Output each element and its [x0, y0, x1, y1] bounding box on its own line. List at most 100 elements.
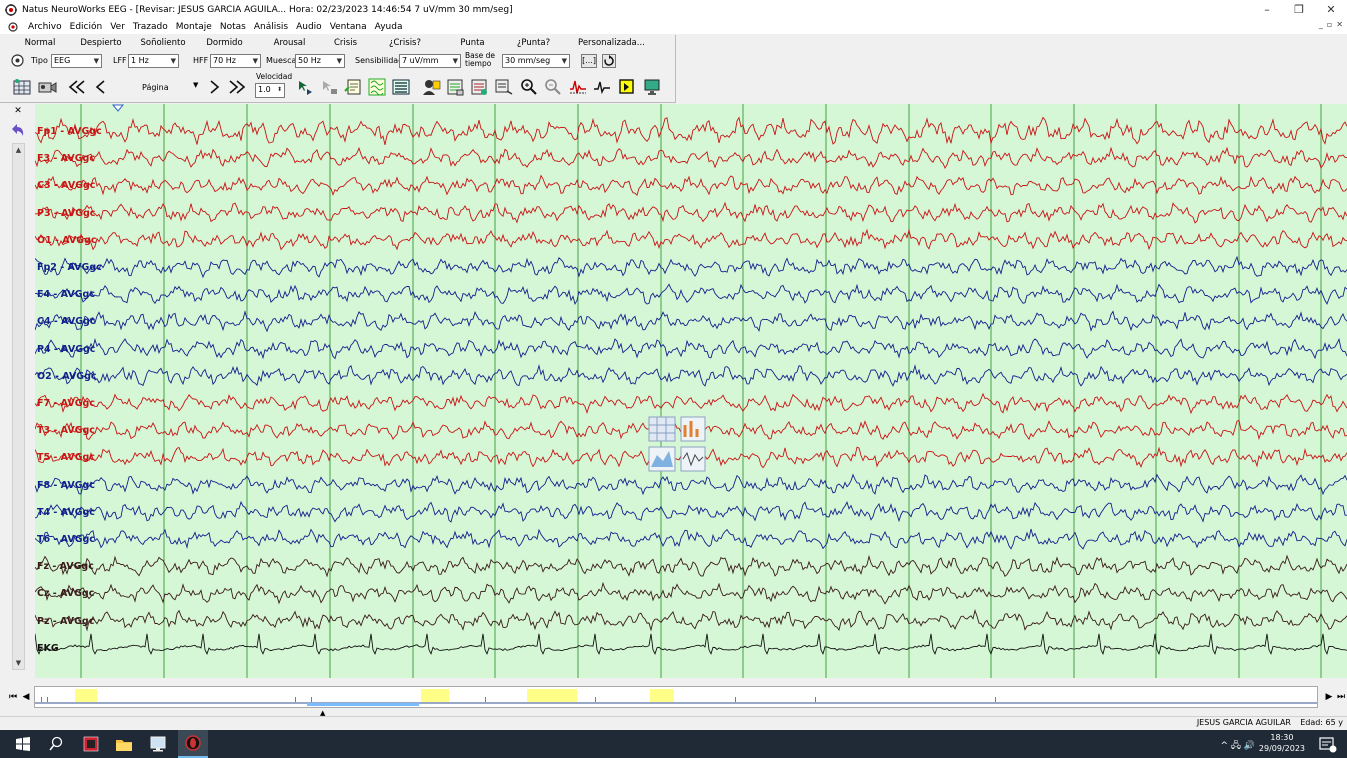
channel-label[interactable]: O2 - AVGgc	[37, 371, 97, 382]
channel-label[interactable]: Fp1 - AVGgc	[37, 126, 102, 137]
timeline-next-icon[interactable]: ▶	[1324, 690, 1334, 704]
scroll-up-icon[interactable]: ▲	[13, 144, 24, 156]
state-despierto-button[interactable]: Despierto	[80, 35, 122, 52]
spike-detect-icon[interactable]	[568, 77, 588, 97]
natus-taskbar-icon[interactable]	[178, 730, 208, 758]
bracket-button[interactable]: [...]	[581, 54, 597, 68]
restore-button[interactable]: ❐	[1283, 0, 1315, 19]
patient-info-icon[interactable]	[421, 77, 441, 97]
page-dropdown-chevron-icon[interactable]: ▼	[193, 81, 198, 89]
close-button[interactable]: ✕	[1315, 0, 1347, 19]
vertical-scrollbar[interactable]: ▲ ▼	[12, 143, 25, 670]
montage-traces-icon[interactable]	[367, 77, 387, 97]
back-arrow-icon[interactable]	[9, 122, 25, 138]
document-icon[interactable]	[6, 21, 20, 33]
sensibilidad-select[interactable]: 7 uV/mm ▼	[399, 54, 461, 68]
timeline-track[interactable]	[34, 686, 1318, 708]
timeline-event-segment[interactable]	[75, 689, 97, 703]
channel-label[interactable]: Cz - AVGgc	[37, 588, 94, 599]
monitor-display-icon[interactable]	[642, 77, 662, 97]
report-print-icon[interactable]	[445, 77, 465, 97]
timeline-prev-icon[interactable]: ◀	[21, 690, 31, 704]
search-icon[interactable]	[45, 734, 67, 754]
channel-label[interactable]: C3 - AVGgc	[37, 180, 95, 191]
channel-label[interactable]: F4 - AVGgc	[37, 289, 95, 300]
timeline-event-segment[interactable]	[527, 689, 577, 703]
mdi-minimize-button[interactable]: _	[1319, 20, 1323, 29]
channel-label[interactable]: EKG	[37, 643, 59, 654]
scroll-down-icon[interactable]: ▼	[13, 657, 24, 669]
tipo-select[interactable]: EEG ▼	[51, 54, 102, 68]
channel-label[interactable]: Pz - AVGgc	[37, 616, 94, 627]
taskbar-clock[interactable]: 18:30 29/09/2023	[1259, 732, 1305, 754]
lff-select[interactable]: 1 Hz ▼	[128, 54, 179, 68]
timeline-start-icon[interactable]: ⏮	[8, 690, 18, 704]
forward-fast-icon[interactable]	[227, 77, 247, 97]
channel-label[interactable]: T6 - AVGgc	[37, 534, 95, 545]
monitor-app-icon[interactable]	[147, 734, 169, 754]
timeline-position-indicator[interactable]	[307, 703, 419, 706]
state-punta-button[interactable]: Punta	[456, 35, 489, 52]
velocidad-spinner[interactable]: 1.0 ⬍	[255, 83, 285, 98]
event-navigate-icon[interactable]	[493, 77, 513, 97]
channel-label[interactable]: O1 - AVGgc	[37, 235, 97, 246]
menu-montaje[interactable]: Montaje	[172, 22, 216, 32]
rewind-fast-icon[interactable]	[67, 77, 87, 97]
waveform-measure-icon[interactable]	[592, 77, 612, 97]
time-marker-triangle-icon[interactable]	[112, 104, 124, 112]
mdi-restore-button[interactable]: ▫	[1327, 20, 1332, 29]
hff-select[interactable]: 70 Hz ▼	[210, 54, 261, 68]
overlay-tools-icon[interactable]	[647, 415, 707, 475]
state-sonoliento-button[interactable]: Soñoliento	[122, 35, 204, 52]
cursor-play-icon[interactable]	[295, 77, 315, 97]
cursor-stop-icon[interactable]	[319, 77, 339, 97]
system-tray-icons[interactable]: ^ 🖧 🔊	[1220, 738, 1255, 754]
notifications-icon[interactable]	[1316, 734, 1338, 754]
menu-ayuda[interactable]: Ayuda	[371, 22, 407, 32]
muesca-select[interactable]: 50 Hz ▼	[295, 54, 345, 68]
step-back-icon[interactable]	[91, 77, 111, 97]
menu-notas[interactable]: Notas	[216, 22, 250, 32]
menu-ventana[interactable]: Ventana	[326, 22, 371, 32]
menu-edicion[interactable]: Edición	[66, 22, 107, 32]
menu-audio[interactable]: Audio	[292, 22, 326, 32]
channel-label[interactable]: Fp2 - AVGgc	[37, 262, 102, 273]
zoom-in-icon[interactable]	[519, 77, 539, 97]
menu-ver[interactable]: Ver	[106, 22, 129, 32]
channel-label[interactable]: F3 - AVGgc	[37, 153, 95, 164]
state-personalizada-button[interactable]: Personalizada...	[578, 35, 645, 52]
channel-label[interactable]: P4 - AVGgc	[37, 344, 95, 355]
channel-label[interactable]: Fz - AVGgc	[37, 561, 94, 572]
electrode-gear-icon[interactable]	[10, 53, 25, 68]
event-list-icon[interactable]	[469, 77, 489, 97]
channel-label[interactable]: F7 - AVGgc	[37, 398, 95, 409]
timeline-event-segment[interactable]	[650, 689, 674, 703]
state-punta-question-button[interactable]: ¿Punta?	[489, 35, 578, 52]
menu-analisis[interactable]: Análisis	[250, 22, 292, 32]
video-camera-icon[interactable]	[37, 77, 57, 97]
refresh-icon[interactable]	[602, 54, 616, 68]
eeg-trace-area[interactable]: Fp1 - AVGgc F3 - AVGgc C3 - AVGgc P3 - AVGg…	[35, 104, 1347, 678]
channel-list-icon[interactable]	[391, 77, 411, 97]
state-dormido-button[interactable]: Dormido	[204, 35, 245, 52]
marker-flag-icon[interactable]	[617, 77, 637, 97]
panel-close-icon[interactable]: ✕	[12, 106, 24, 116]
channel-label[interactable]: T4 - AVGgc	[37, 507, 95, 518]
channel-label[interactable]: T3 - AVGgc	[37, 425, 95, 436]
step-forward-icon[interactable]	[204, 77, 224, 97]
montage-grid-icon[interactable]	[12, 77, 32, 97]
channel-label[interactable]: P3 - AVGgc	[37, 208, 95, 219]
app-task-icon[interactable]	[80, 734, 102, 754]
zoom-out-icon[interactable]	[543, 77, 563, 97]
file-explorer-icon[interactable]	[113, 734, 135, 754]
state-crisis-button[interactable]: Crisis	[334, 35, 357, 52]
state-normal-button[interactable]: Normal	[0, 35, 80, 52]
channel-label[interactable]: F8 - AVGgc	[37, 480, 95, 491]
minimize-button[interactable]: –	[1251, 0, 1283, 19]
menu-archivo[interactable]: Archivo	[24, 22, 66, 32]
base-tiempo-select[interactable]: 30 mm/seg ▼	[502, 54, 570, 68]
state-crisis-question-button[interactable]: ¿Crisis?	[354, 35, 456, 52]
channel-label[interactable]: T5 - AVGgc	[37, 452, 95, 463]
mdi-close-button[interactable]: ✕	[1336, 20, 1343, 29]
timeline-end-icon[interactable]: ⏭	[1336, 690, 1346, 704]
